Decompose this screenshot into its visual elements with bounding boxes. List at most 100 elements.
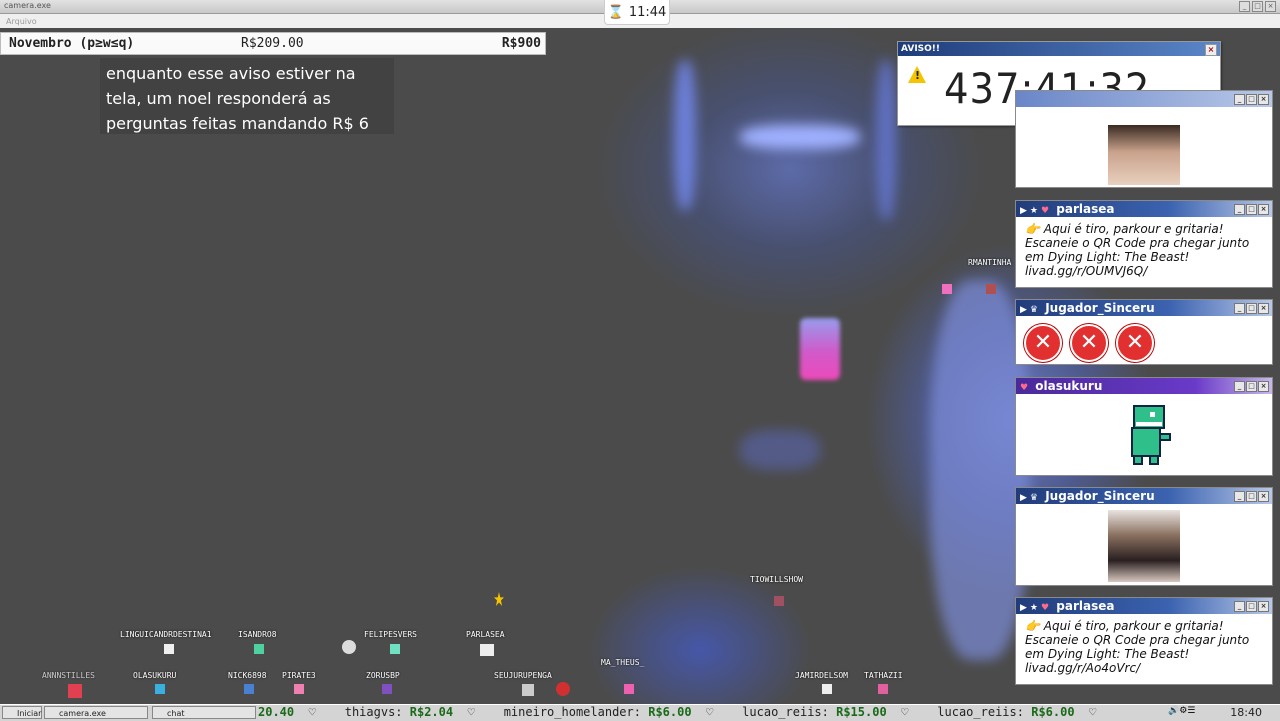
dinosaur-icon <box>1131 405 1171 465</box>
maximize-icon[interactable]: □ <box>1246 491 1257 502</box>
message-line: em Dying Light: The Beast! <box>1025 647 1190 661</box>
heart-icon: ♥ <box>1041 206 1050 216</box>
sticker-panel: ♥ olasukuru _ □ × <box>1015 377 1273 476</box>
avatar-sprite <box>382 684 392 694</box>
avatar-name: FELIPESVERS <box>364 630 417 639</box>
panel-message: 👉 Aqui é tiro, parkour e gritaria! Escan… <box>1016 614 1272 675</box>
donation-ticker: 20.40 ♡ thiagvs: R$2.04 ♡ mineiro_homela… <box>258 706 1158 719</box>
crown-icon: ♛ <box>1029 305 1038 315</box>
avatar-sprite <box>68 684 82 698</box>
panel-user: Jugador_Sinceru <box>1045 301 1155 315</box>
avatar-name: ZORUSBP <box>366 671 400 680</box>
avatar-sprite <box>822 684 832 694</box>
donation-goal-bar: Novembro (p≥w≤q) R$209.00 R$900 <box>0 32 546 55</box>
ticker-name: lucao_reiis: <box>742 706 829 719</box>
tray-icon[interactable]: 🔊 <box>1168 706 1179 716</box>
x-icon: ✕ <box>1024 324 1062 362</box>
crosses-row: ✕ ✕ ✕ <box>1016 316 1272 362</box>
message-line: 👉 Aqui é tiro, parkour e gritaria! <box>1025 222 1224 236</box>
close-icon[interactable]: × <box>1258 381 1269 392</box>
goal-target: R$900 <box>501 36 541 51</box>
close-icon[interactable]: × <box>1258 204 1269 215</box>
panel-titlebar: _ □ × <box>1016 91 1272 107</box>
minimize-icon[interactable]: _ <box>1234 204 1245 215</box>
task-chat[interactable]: chat <box>152 706 256 719</box>
panel-user: parlasea <box>1056 202 1115 216</box>
panel-titlebar: ▶ ♛ Jugador_Sinceru _ □ × <box>1016 488 1272 504</box>
avatar-sprite <box>774 596 784 606</box>
panel-user: parlasea <box>1056 599 1115 613</box>
ticker-amount: R$2.04 <box>409 706 454 719</box>
badge-icon: ★ <box>1029 603 1038 613</box>
crown-icon: ♛ <box>1029 493 1038 503</box>
message-panel: ▶ ★ ♥ parlasea _ □ × 👉 Aqui é tiro, parkour … <box>1015 597 1273 685</box>
avatar-sprite <box>390 644 400 654</box>
avatar-name: TATHAZII <box>864 671 903 680</box>
avatar-sprite <box>342 640 356 654</box>
ticker-amount: 20.40 <box>258 706 295 719</box>
pink-lamp <box>800 318 840 380</box>
maximize-icon[interactable]: □ <box>1246 204 1257 215</box>
close-icon[interactable]: × <box>1258 94 1269 105</box>
video-icon: ▶ <box>1020 305 1027 315</box>
maximize-icon[interactable]: □ <box>1246 381 1257 392</box>
task-label: camera.exe <box>59 709 106 718</box>
minimize-button[interactable]: _ <box>1239 1 1250 12</box>
close-icon[interactable]: × <box>1258 491 1269 502</box>
maximize-icon[interactable]: □ <box>1246 94 1257 105</box>
avatar-name: JAMIRDELSOM <box>795 671 848 680</box>
avatar-sprite <box>522 684 534 696</box>
close-icon[interactable]: × <box>1258 303 1269 314</box>
maximize-icon[interactable]: □ <box>1246 601 1257 612</box>
task-camera[interactable]: camera.exe <box>44 706 148 719</box>
avatar-sprite <box>244 684 254 694</box>
cam-panel: _ □ × <box>1015 90 1273 188</box>
taskbar-clock: 18:40 <box>1230 706 1262 719</box>
message-line: livad.gg/r/Ao4oVrc/ <box>1025 661 1141 675</box>
ticker-name: mineiro_homelander: <box>503 706 641 719</box>
ticker-name: lucao_reiis: <box>937 706 1024 719</box>
heart-icon: ♥ <box>1020 383 1029 393</box>
video-icon: ▶ <box>1020 603 1027 613</box>
window-title: camera.exe <box>4 1 51 10</box>
close-button[interactable]: × <box>1265 1 1276 12</box>
aviso-titlebar: AVISO!! × <box>898 42 1220 56</box>
panel-message: 👉 Aqui é tiro, parkour e gritaria! Escan… <box>1016 217 1272 278</box>
minimize-icon[interactable]: _ <box>1234 601 1245 612</box>
avatar-name: ANNNSTILLES <box>42 671 95 680</box>
heart-icon: ♡ <box>301 706 338 719</box>
avatar-sprite <box>254 644 264 654</box>
avatar-sprite <box>986 284 996 294</box>
ticker-amount: R$15.00 <box>836 706 887 719</box>
menu-file[interactable]: Arquivo <box>6 17 37 26</box>
maximize-button[interactable]: □ <box>1252 1 1263 12</box>
goal-label: Novembro (p≥w≤q) <box>9 36 135 51</box>
close-icon[interactable]: × <box>1205 44 1217 56</box>
crosses-panel: ▶ ♛ Jugador_Sinceru _ □ × ✕ ✕ ✕ <box>1015 299 1273 365</box>
minimize-icon[interactable]: _ <box>1234 303 1245 314</box>
avatar-name: MA_THEUS_ <box>601 658 645 667</box>
heart-icon: ♡ <box>460 706 497 719</box>
start-label: Iniciar <box>17 709 42 718</box>
panel-user: Jugador_Sinceru <box>1045 489 1155 503</box>
minimize-icon[interactable]: _ <box>1234 94 1245 105</box>
tray-icon[interactable]: ☰ <box>1187 706 1195 716</box>
panel-titlebar: ♥ olasukuru _ □ × <box>1016 378 1272 394</box>
minimize-icon[interactable]: _ <box>1234 491 1245 502</box>
heart-icon: ♥ <box>1041 603 1050 613</box>
panel-titlebar: ▶ ★ ♥ parlasea _ □ × <box>1016 598 1272 614</box>
task-label: chat <box>167 709 185 718</box>
heart-icon: ♡ <box>893 706 931 719</box>
avatar-sprite <box>480 644 494 656</box>
warning-icon <box>908 66 926 83</box>
avatar-sprite <box>294 684 304 694</box>
maximize-icon[interactable]: □ <box>1246 303 1257 314</box>
start-button[interactable]: Iniciar <box>2 706 42 719</box>
close-icon[interactable]: × <box>1258 601 1269 612</box>
aviso-title: AVISO!! <box>901 44 941 54</box>
minimize-icon[interactable]: _ <box>1234 381 1245 392</box>
message-line: em Dying Light: The Beast! <box>1025 250 1190 264</box>
avatar-sprite <box>164 644 174 654</box>
avatar-sprite <box>878 684 888 694</box>
avatar-name: SEUJURUPENGA <box>494 671 552 680</box>
